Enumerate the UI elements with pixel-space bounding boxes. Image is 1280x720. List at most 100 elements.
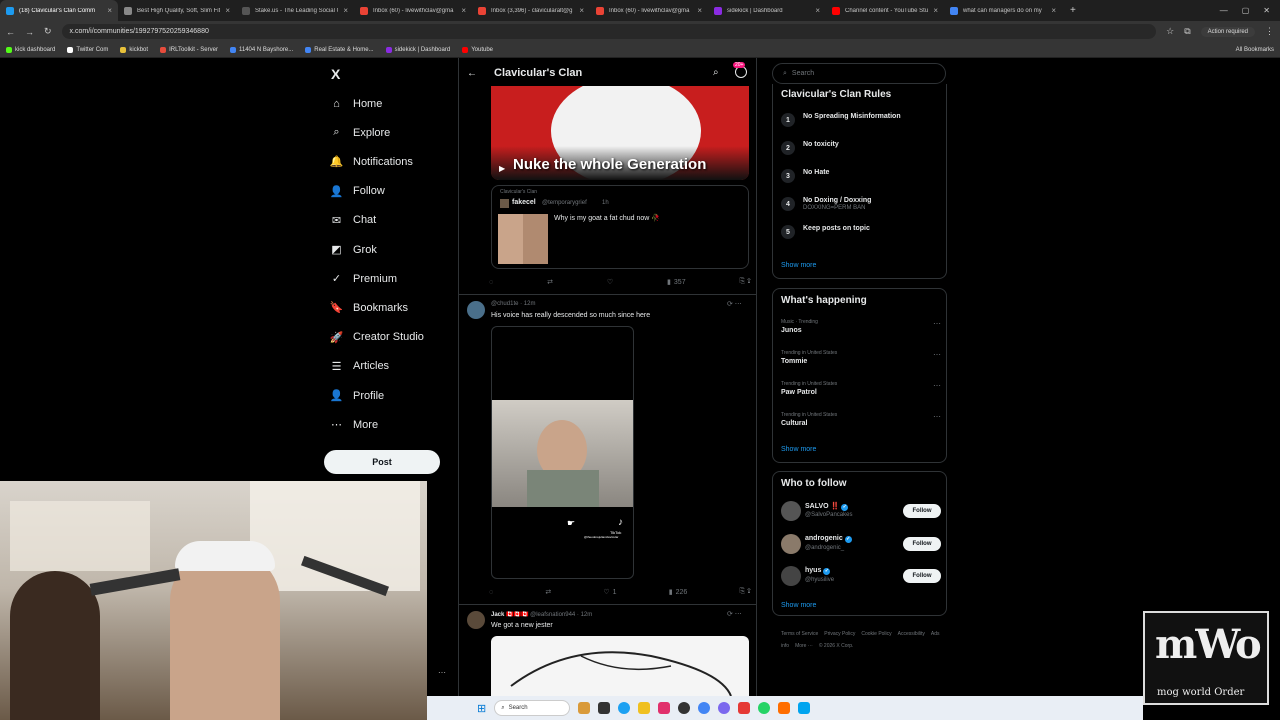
follow-button[interactable]: Follow xyxy=(903,569,941,583)
avatar[interactable] xyxy=(781,501,801,521)
browser-tab[interactable]: Inbox (60) - livewithclav@gma × xyxy=(354,0,472,21)
follow-button[interactable]: Follow xyxy=(903,504,941,518)
app-icon[interactable] xyxy=(658,702,671,714)
follow-suggestion[interactable]: hyus ✓ @hyusilive Follow xyxy=(781,566,941,590)
bookmark-icon[interactable]: ⎘ ⇪ xyxy=(739,588,751,596)
task-view-icon[interactable] xyxy=(598,702,611,714)
back-icon[interactable]: ← xyxy=(6,27,15,37)
nav-item-home[interactable]: ⌂ Home xyxy=(330,97,382,110)
close-tab-icon[interactable]: × xyxy=(107,6,112,15)
views-stat[interactable]: ▮ 357 xyxy=(667,278,686,287)
nav-item-premium[interactable]: ✓ Premium xyxy=(330,272,397,286)
close-tab-icon[interactable]: × xyxy=(225,6,230,15)
wtf-show-more[interactable]: Show more xyxy=(781,602,816,609)
post-menu-icon[interactable]: ⟳ ⋯ xyxy=(727,300,742,308)
bookmark-item[interactable]: kick dashboard xyxy=(6,46,55,53)
more-icon[interactable]: ⋯ xyxy=(933,319,941,328)
star-icon[interactable]: ☆ xyxy=(1166,26,1174,37)
nav-item-grok[interactable]: ◩ Grok xyxy=(330,243,377,257)
reply-icon[interactable]: ◌ xyxy=(489,278,493,286)
browser-tab[interactable]: Inbox (60) - livewithclav@gma × xyxy=(590,0,708,21)
footer-link[interactable]: Cookie Policy xyxy=(861,631,891,637)
browser-tab[interactable]: sidekick | Dashboard × xyxy=(708,0,826,21)
post-image[interactable] xyxy=(491,636,749,700)
trend-item[interactable]: Trending in United States Paw Patrol ⋯ xyxy=(781,381,941,396)
nav-item-follow[interactable]: 👤 Follow xyxy=(330,185,385,198)
widget-icon[interactable] xyxy=(578,702,591,714)
browser-tab[interactable]: (18) Clavicular's Clan Comm × xyxy=(0,0,118,21)
footer-link[interactable]: Privacy Policy xyxy=(824,631,855,637)
avatar[interactable] xyxy=(467,611,485,629)
all-bookmarks[interactable]: All Bookmarks xyxy=(1236,47,1274,53)
browser-tab[interactable]: Channel content - YouTube Stu × xyxy=(826,0,944,21)
close-tab-icon[interactable]: × xyxy=(815,6,820,15)
app-icon[interactable] xyxy=(798,702,811,714)
chrome-icon[interactable] xyxy=(618,702,631,714)
file-explorer-icon[interactable] xyxy=(638,702,651,714)
nav-item-more[interactable]: ⋯ More xyxy=(330,418,378,432)
more-dots-icon[interactable]: ⋯ xyxy=(438,668,446,677)
nav-item-articles[interactable]: ☰ Articles xyxy=(330,360,390,373)
trend-item[interactable]: Music · Trending Junos ⋯ xyxy=(781,319,941,334)
follow-suggestion[interactable]: SALVO ‼️ ✓ @SalvoPancakes Follow xyxy=(781,501,941,525)
maximize-icon[interactable]: ▢ xyxy=(1242,6,1250,15)
taskbar-search[interactable]: ⌕ Search xyxy=(494,700,571,716)
bookmark-item[interactable]: kickbot xyxy=(120,46,148,53)
quoted-post[interactable]: Clavicular's Clan fakecel @temporarygrie… xyxy=(491,185,749,269)
footer-link[interactable]: More ··· xyxy=(795,643,813,649)
more-icon[interactable]: ⋯ xyxy=(933,381,941,390)
rule-item[interactable]: 2 No toxicity xyxy=(781,141,839,155)
browser-tab[interactable]: Inbox (3,396) - clavicularalt@g × xyxy=(472,0,590,21)
close-tab-icon[interactable]: × xyxy=(933,6,938,15)
close-tab-icon[interactable]: × xyxy=(579,6,584,15)
footer-link[interactable]: Terms of Service xyxy=(781,631,818,637)
more-icon[interactable]: ⋯ xyxy=(933,350,941,359)
bookmark-item[interactable]: sidekick | Dashboard xyxy=(385,46,450,53)
repost-icon[interactable]: ⇄ xyxy=(545,588,551,596)
play-icon[interactable]: ▶ xyxy=(499,164,505,173)
action-required-button[interactable]: Action required xyxy=(1200,26,1255,37)
browser-tab[interactable]: what can managers do on my × xyxy=(944,0,1062,21)
follow-suggestion[interactable]: androgenic ✓ @androgenic_ Follow xyxy=(781,533,941,558)
nav-item-notifications[interactable]: 🔔 Notifications xyxy=(330,155,413,169)
new-tab-button[interactable]: + xyxy=(1062,5,1084,16)
forward-icon[interactable]: → xyxy=(25,27,34,37)
repost-icon[interactable]: ⇄ xyxy=(547,278,553,286)
trend-item[interactable]: Trending in United States Cultural ⋯ xyxy=(781,412,941,427)
like-icon[interactable]: ♡ xyxy=(607,278,613,286)
rule-item[interactable]: 4 No Doxing / Doxxing DOXXING=PERM BAN xyxy=(781,197,871,211)
avatar[interactable] xyxy=(781,533,801,554)
bookmark-item[interactable]: 11404 N Bayshore... xyxy=(229,46,293,53)
follow-button[interactable]: Follow xyxy=(903,536,941,551)
close-tab-icon[interactable]: × xyxy=(1051,6,1056,15)
nav-item-profile[interactable]: 👤 Profile xyxy=(330,389,385,403)
bookmark-icon[interactable]: ⎘ ⇪ xyxy=(740,278,752,286)
rule-item[interactable]: 3 No Hate xyxy=(781,169,829,183)
app-icon[interactable] xyxy=(678,702,691,714)
views-stat[interactable]: ▮ 226 xyxy=(669,588,688,597)
trend-item[interactable]: Trending in United States Tommie ⋯ xyxy=(781,350,941,365)
post-menu-icon[interactable]: ⟳ ⋯ xyxy=(727,610,742,618)
app-icon[interactable] xyxy=(778,702,791,714)
windows-start-icon[interactable]: ⊞ xyxy=(477,702,486,715)
browser-tab[interactable]: Best High Quality, Soft, Slim Fit × xyxy=(118,0,236,21)
bookmark-item[interactable]: Twitter Com xyxy=(67,46,108,53)
close-tab-icon[interactable]: × xyxy=(461,6,466,15)
reply-icon[interactable]: ◌ xyxy=(489,588,493,596)
rules-show-more[interactable]: Show more xyxy=(781,262,816,269)
back-arrow-icon[interactable]: ← xyxy=(467,68,477,79)
avatar[interactable] xyxy=(781,566,801,586)
reload-icon[interactable]: ↻ xyxy=(44,26,52,37)
nav-item-creator-studio[interactable]: 🚀 Creator Studio xyxy=(330,331,424,344)
nav-item-chat[interactable]: ✉ Chat xyxy=(330,214,376,227)
x-logo[interactable]: X xyxy=(331,66,340,82)
footer-link[interactable]: Accessibility xyxy=(898,631,925,637)
rule-item[interactable]: 5 Keep posts on topic xyxy=(781,225,870,239)
bookmark-item[interactable]: Real Estate & Home... xyxy=(305,46,374,53)
chrome-icon[interactable] xyxy=(698,702,711,714)
tiktok-video[interactable]: ♪ TikTok @theodorejulianclavicular xyxy=(491,326,634,579)
avatar[interactable] xyxy=(467,301,485,319)
close-tab-icon[interactable]: × xyxy=(697,6,702,15)
app-icon[interactable] xyxy=(738,702,751,714)
more-icon[interactable]: ⋯ xyxy=(933,412,941,421)
